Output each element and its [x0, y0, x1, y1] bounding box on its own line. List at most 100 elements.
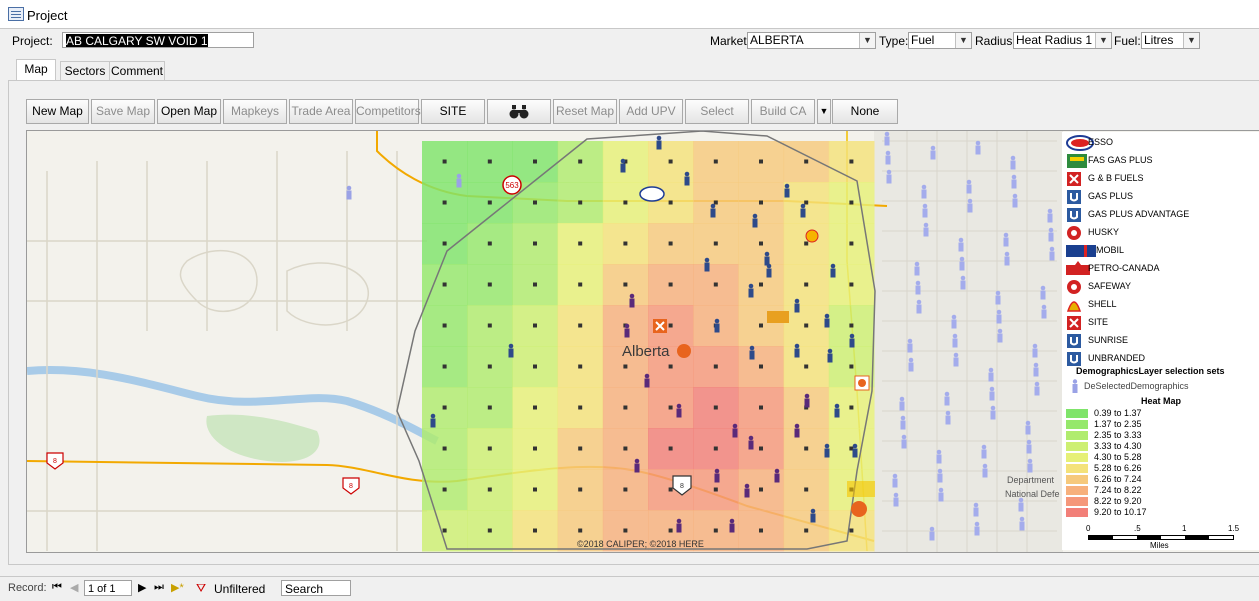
heat-swatch [1066, 508, 1088, 517]
heat-centroid [442, 446, 447, 451]
person-marker [967, 198, 973, 213]
next-record-button[interactable]: ▶ [138, 581, 146, 594]
tab-comment[interactable]: Comment [109, 61, 165, 80]
demographics-legend-title: DemographicsLayer selection sets [1076, 366, 1225, 376]
window-titlebar: Project [0, 0, 1259, 29]
person-marker [990, 405, 996, 420]
fuel-label: Fuel: [1114, 34, 1141, 48]
heat-centroid [623, 200, 628, 205]
heat-centroid [849, 323, 854, 328]
person-marker [656, 135, 662, 150]
build-ca-dropdown[interactable]: ▼ [817, 99, 831, 124]
husky-station-icon [805, 229, 819, 243]
petrocanada-icon [1066, 261, 1090, 277]
person-marker [974, 521, 980, 536]
fuel-combo[interactable]: Litres ▼ [1141, 32, 1200, 49]
search-input[interactable]: Search [281, 580, 351, 596]
legend-label: HUSKY [1088, 227, 1120, 237]
legend-label: SITE [1088, 317, 1109, 327]
heat-swatch [1066, 464, 1088, 473]
first-record-button[interactable]: ⏮ [52, 581, 62, 594]
legend-label: UNBRANDED [1088, 353, 1146, 363]
save-map-button[interactable]: Save Map [91, 99, 155, 124]
record-field[interactable]: 1 of 1 [84, 580, 132, 596]
site-button[interactable]: SITE [421, 99, 485, 124]
person-marker [886, 169, 892, 184]
add-upv-button[interactable]: Add UPV [619, 99, 683, 124]
person-marker [951, 314, 957, 329]
heat-range-label: 1.37 to 2.35 [1094, 419, 1142, 429]
chevron-down-icon[interactable]: ▼ [1095, 33, 1111, 48]
filter-status[interactable]: Unfiltered [214, 582, 265, 596]
chevron-down-icon[interactable]: ▼ [859, 33, 875, 48]
reset-map-button[interactable]: Reset Map [553, 99, 617, 124]
heat-range-label: 9.20 to 10.17 [1094, 507, 1147, 517]
person-marker [996, 309, 1002, 324]
heat-centroid [849, 528, 854, 533]
heat-centroid [487, 446, 492, 451]
heat-centroid [849, 405, 854, 410]
open-map-button[interactable]: Open Map [157, 99, 221, 124]
heat-swatch [1066, 497, 1088, 506]
heat-centroid [487, 241, 492, 246]
person-marker [893, 492, 899, 507]
legend-row: ESSO [1062, 134, 1259, 152]
person-marker [684, 171, 690, 186]
person-marker [1010, 155, 1016, 170]
chevron-down-icon[interactable]: ▼ [1183, 33, 1199, 48]
person-marker [1025, 420, 1031, 435]
person-marker [930, 145, 936, 160]
mapkeys-button[interactable]: Mapkeys [223, 99, 287, 124]
heat-centroid [804, 323, 809, 328]
type-combo[interactable]: Fuel ▼ [908, 32, 972, 49]
heat-range-label: 8.22 to 9.20 [1094, 496, 1142, 506]
heat-range-label: 0.39 to 1.37 [1094, 408, 1142, 418]
legend-label: G & B FUELS [1088, 173, 1144, 183]
legend-label: MOBIL [1096, 245, 1125, 255]
heat-centroid [668, 323, 673, 328]
legend-label: SAFEWAY [1088, 281, 1132, 291]
radius-label: Radius: [975, 34, 1016, 48]
person-marker [748, 283, 754, 298]
select-button[interactable]: Select [685, 99, 749, 124]
legend-row: PETRO-CANADA [1062, 260, 1259, 278]
new-map-button[interactable]: New Map [26, 99, 89, 124]
map-layer[interactable]: 563 8 8 8 Alberta ©2018 CALIPER; ©2018 H… [27, 131, 1063, 552]
legend-row: SAFEWAY [1062, 278, 1259, 296]
tab-sectors[interactable]: Sectors [60, 61, 110, 80]
person-marker [938, 487, 944, 502]
trade-area-button[interactable]: Trade Area [289, 99, 353, 124]
person-marker [794, 343, 800, 358]
person-marker [830, 263, 836, 278]
person-marker [945, 410, 951, 425]
heat-centroid [578, 282, 583, 287]
map-canvas[interactable]: 563 8 8 8 Alberta ©2018 CALIPER; ©2018 H… [26, 130, 1259, 553]
find-button[interactable] [487, 99, 551, 124]
person-marker [892, 473, 898, 488]
new-record-button[interactable]: ▶* [171, 581, 184, 594]
person-marker [676, 518, 682, 533]
heat-centroid [442, 159, 447, 164]
heat-centroid [668, 528, 673, 533]
u-icon [1066, 189, 1086, 205]
tab-map[interactable]: Map [16, 59, 56, 81]
person-marker [1033, 362, 1039, 377]
route-8a-label: 8 [53, 458, 57, 465]
project-field[interactable]: AB CALGARY SW VOID 1 [62, 32, 254, 48]
heat-centroid [442, 528, 447, 533]
last-record-button[interactable]: ⏭ [154, 581, 164, 594]
dnd-label-2: National Defe [1005, 489, 1060, 499]
person-marker [901, 434, 907, 449]
market-combo[interactable]: ALBERTA ▼ [747, 32, 876, 49]
competitors-button[interactable]: Competitors [355, 99, 421, 124]
prev-record-button[interactable]: ◀ [70, 581, 78, 594]
radius-combo[interactable]: Heat Radius 1 ▼ [1013, 32, 1112, 49]
build-ca-button[interactable]: Build CA [751, 99, 815, 124]
heat-centroid [623, 446, 628, 451]
none-button[interactable]: None [832, 99, 898, 124]
heat-swatch [1066, 442, 1088, 451]
heat-centroid [578, 159, 583, 164]
route-8c-label: 8 [680, 483, 684, 490]
chevron-down-icon[interactable]: ▼ [955, 33, 971, 48]
scale-tick-3: 1.5 [1228, 524, 1240, 533]
